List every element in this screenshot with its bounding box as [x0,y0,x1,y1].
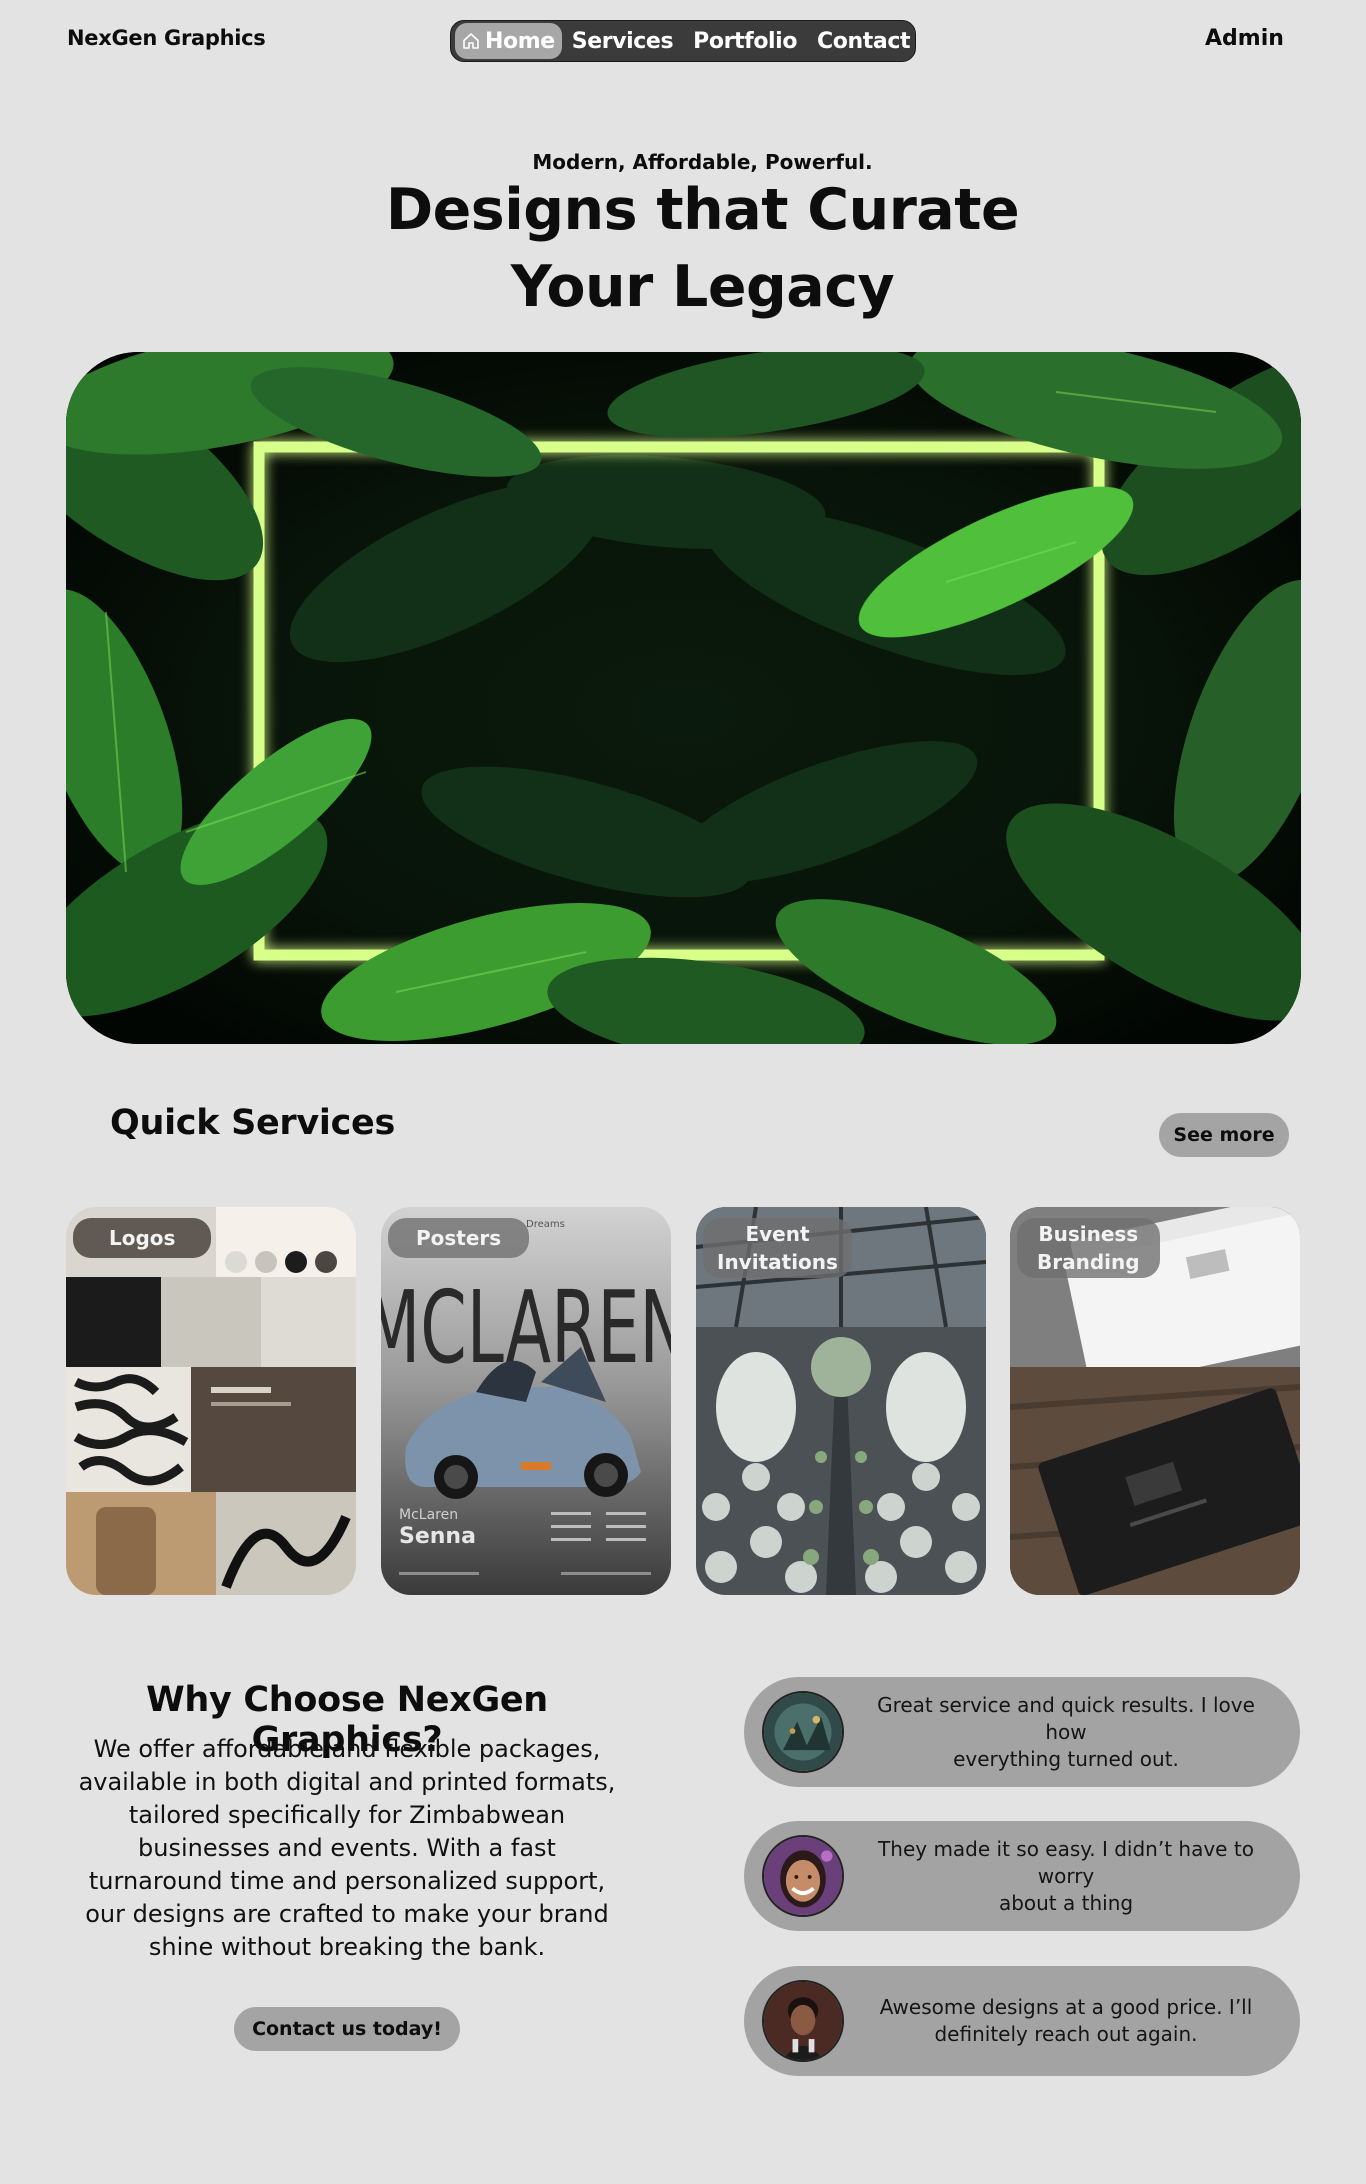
testimonial-text: Great service and quick results. I love … [856,1677,1276,1787]
admin-link[interactable]: Admin [1205,26,1284,51]
main-nav: Home Services Portfolio Contact [450,20,916,62]
testimonial-text: Awesome designs at a good price. I’ll de… [856,1966,1276,2076]
poster-top-text: Dreams [526,1219,565,1230]
why-line: businesses and events. With a fast [138,1834,556,1862]
man-portrait-avatar-icon [764,1982,842,2060]
why-line: turnaround time and personalized support… [88,1867,606,1895]
hero-tagline: Modern, Affordable, Powerful. [532,150,873,174]
see-more-button[interactable]: See more [1159,1113,1289,1157]
nav-services[interactable]: Services [562,23,683,59]
card-label-event-invitations: Event Invitations [703,1218,852,1278]
why-line: tailored specifically for Zimbabwean [128,1801,566,1829]
service-card-posters[interactable]: MCLAREN Dreams McLaren Senna Posters [381,1207,671,1595]
home-icon [463,33,479,49]
why-line: We offer affordable and flexible package… [93,1735,601,1763]
testimonial-line: Great service and quick results. I love … [877,1692,1255,1744]
mclaren-poster-image: MCLAREN Dreams McLaren Senna [381,1207,671,1595]
avatar [762,1691,844,1773]
card-label-event-line1: Event [745,1222,810,1246]
card-label-business-branding: Business Branding [1017,1218,1160,1278]
nav-contact[interactable]: Contact [807,23,920,59]
card-label-logos: Logos [73,1218,212,1258]
poster-model-text: McLaren [399,1507,458,1523]
testimonial-card: Awesome designs at a good price. I’ll de… [744,1966,1300,2076]
why-line: shine without breaking the bank. [148,1933,546,1961]
card-label-business-line2: Branding [1037,1250,1140,1274]
testimonial-line: everything turned out. [953,1746,1179,1771]
why-line: our designs are crafted to make your bra… [85,1900,609,1928]
testimonial-text: They made it so easy. I didn’t have to w… [856,1821,1276,1931]
service-card-logos[interactable]: Logos [66,1207,356,1595]
avatar [762,1980,844,2062]
smiling-woman-avatar-icon [764,1837,842,1915]
card-label-business-line1: Business [1038,1222,1139,1246]
testimonial-line: definitely reach out again. [934,2022,1198,2046]
avatar [762,1835,844,1917]
card-label-posters: Posters [388,1218,530,1258]
nav-home[interactable]: Home [455,23,562,59]
logo-moodboard-image [66,1207,356,1595]
contact-us-button[interactable]: Contact us today! [234,2007,460,2051]
why-choose-body: We offer affordable and flexible package… [72,1733,622,1964]
headline-line-2: Your Legacy [510,254,895,320]
service-card-event-invitations[interactable]: Event Invitations [696,1207,986,1595]
testimonial-card: Great service and quick results. I love … [744,1677,1300,1787]
testimonial-line: about a thing [998,1890,1134,1915]
testimonial-line: They made it so easy. I didn’t have to w… [878,1836,1254,1888]
service-card-business-branding[interactable]: Business Branding [1010,1207,1300,1595]
testimonial-card: They made it so easy. I didn’t have to w… [744,1821,1300,1931]
nav-portfolio[interactable]: Portfolio [683,23,807,59]
hero-image [66,352,1301,1044]
forest-avatar-icon [764,1693,842,1771]
hero-headline: Designs that Curate Your Legacy [0,172,1366,326]
headline-line-1: Designs that Curate [385,177,1020,243]
why-line: available in both digital and printed fo… [78,1768,616,1796]
poster-name-text: Senna [399,1524,476,1549]
nav-home-label: Home [485,28,555,54]
testimonial-line: Awesome designs at a good price. I’ll [879,1995,1253,2019]
quick-services-title: Quick Services [110,1103,396,1143]
brand-logo-text[interactable]: NexGen Graphics [67,26,266,50]
card-label-event-line2: Invitations [717,1250,838,1274]
